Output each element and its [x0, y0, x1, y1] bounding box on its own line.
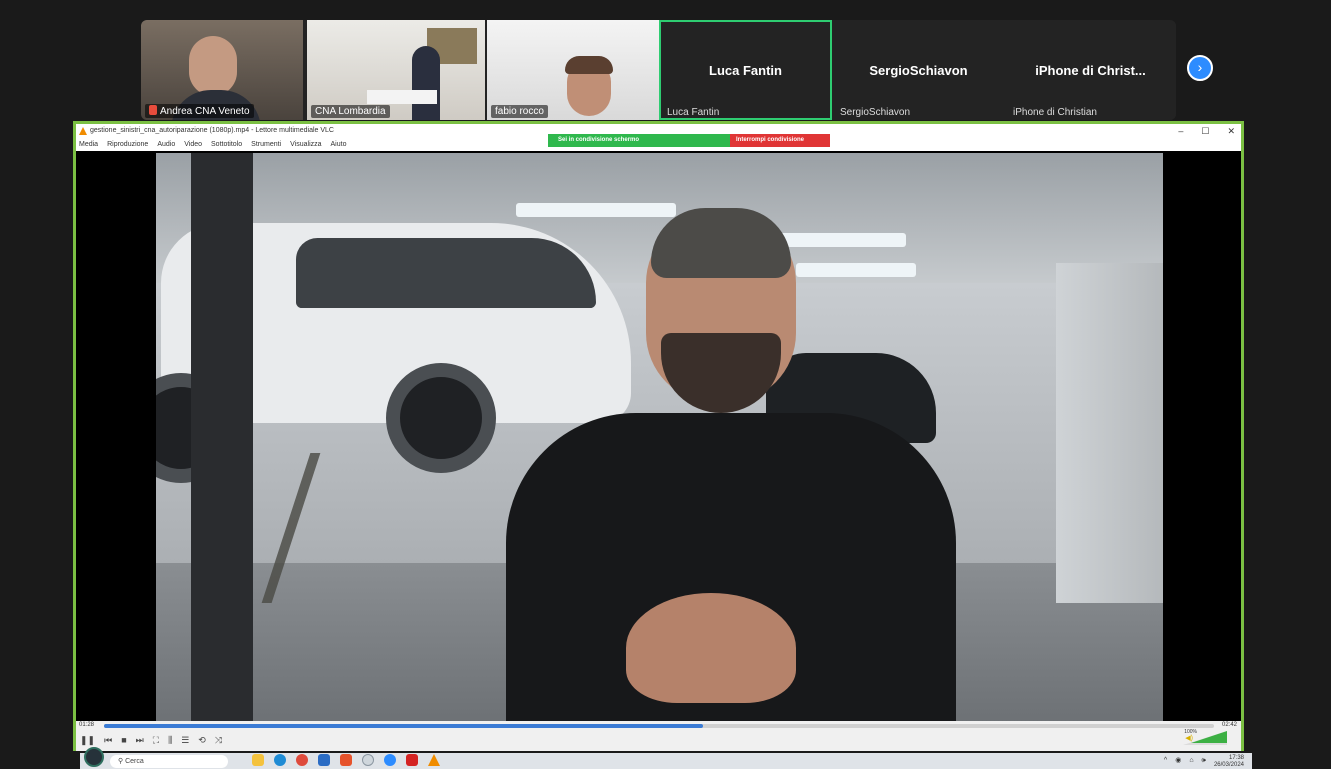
taskbar-apps	[252, 754, 440, 766]
participant-display-name: iPhone di Christ...	[1035, 62, 1146, 78]
speaker-hands	[626, 593, 796, 703]
minimize-button[interactable]: –	[1178, 124, 1183, 138]
zoom-meeting-window: Andrea CNA Veneto CNA Lombardia fabio ro…	[0, 0, 1331, 769]
volume-slider[interactable]: 100%	[1183, 729, 1227, 745]
close-button[interactable]: ✕	[1227, 124, 1235, 138]
scene-paint-booth	[1056, 263, 1163, 603]
shared-screen: gestione_sinistri_cna_autoriparazione (1…	[73, 121, 1244, 751]
participant-tile[interactable]: fabio rocco	[487, 20, 659, 120]
speaker-person	[506, 208, 956, 721]
participant-name: fabio rocco	[491, 105, 548, 118]
settings-icon[interactable]	[362, 754, 374, 766]
scene-wheel	[386, 363, 496, 473]
stop-share-text: Interrompi condivisione	[736, 137, 805, 143]
chrome-icon[interactable]	[296, 754, 308, 766]
previous-button[interactable]: ⏮	[104, 734, 112, 746]
participant-name: iPhone di Christian	[1013, 107, 1097, 118]
fullscreen-button[interactable]: ⛶	[153, 734, 159, 746]
taskbar-search[interactable]: ⚲ Cerca	[110, 755, 228, 768]
muted-mic-icon	[149, 105, 157, 115]
menu-aiuto[interactable]: Aiuto	[331, 138, 347, 151]
menu-audio[interactable]: Audio	[157, 138, 175, 151]
screen-share-banner: Sei in condivisione schermo Interrompi c…	[548, 134, 830, 147]
participant-strip: Andrea CNA Veneto CNA Lombardia fabio ro…	[141, 20, 1176, 120]
window-title: gestione_sinistri_cna_autoriparazione (1…	[90, 127, 334, 134]
participant-video	[367, 90, 437, 104]
chevron-right-icon: ›	[1197, 59, 1203, 75]
playback-controls: ❚❚ ⏮ ■ ⏭ ⛶ ⫼ ☰ ⟲ ⤨	[80, 734, 222, 746]
participant-name: SergioSchiavon	[840, 107, 911, 118]
next-participants-button[interactable]: ›	[1187, 55, 1213, 81]
participant-display-name: SergioSchiavon	[869, 62, 968, 78]
share-status[interactable]: Sei in condivisione schermo	[548, 134, 730, 147]
playlist-button[interactable]: ☰	[181, 734, 189, 746]
file-explorer-icon[interactable]	[252, 754, 264, 766]
share-status-text: Sei in condivisione schermo	[558, 137, 640, 143]
stop-share-button[interactable]: Interrompi condivisione	[730, 134, 830, 147]
elapsed-time: 01:28	[79, 722, 95, 728]
speaker-hair	[651, 208, 791, 278]
participant-name: Andrea CNA Veneto	[145, 104, 254, 118]
volume-label: 100%	[1184, 729, 1197, 735]
clock-date: 26/03/2024	[1213, 762, 1244, 768]
windows-taskbar: ⚲ Cerca ^ ◉ ⌂ 🕪 17:38 26/03/2024	[80, 747, 1252, 769]
loop-button[interactable]: ⟲	[198, 734, 206, 746]
video-frame[interactable]	[156, 153, 1163, 721]
participant-tile[interactable]: Andrea CNA Veneto	[141, 20, 303, 120]
participant-tile-active[interactable]: Luca Fantin Luca Fantin	[659, 20, 832, 120]
seek-bar[interactable]	[104, 724, 1214, 728]
search-placeholder: Cerca	[125, 758, 144, 765]
participant-name: Luca Fantin	[667, 107, 720, 118]
shuffle-button[interactable]: ⤨	[215, 734, 222, 746]
menu-media[interactable]: Media	[79, 138, 98, 151]
participant-video	[412, 46, 440, 120]
participant-display-name: Luca Fantin	[709, 62, 782, 78]
start-button[interactable]	[84, 747, 104, 767]
menu-riproduzione[interactable]: Riproduzione	[107, 138, 148, 151]
edge-icon[interactable]	[274, 754, 286, 766]
scene-pillar	[191, 153, 253, 721]
acrobat-icon[interactable]	[406, 754, 418, 766]
participant-name-text: Andrea CNA Veneto	[160, 106, 250, 117]
speaker-beard	[661, 333, 781, 413]
network-icon[interactable]: ◉	[1175, 755, 1181, 769]
clock[interactable]: 17:38 26/03/2024	[1214, 755, 1244, 769]
total-time: 02:42	[1221, 722, 1237, 728]
system-tray: ^ ◉ ⌂ 🕪 17:38 26/03/2024	[1164, 755, 1244, 769]
maximize-button[interactable]: ☐	[1201, 124, 1209, 138]
vlc-control-bar: 01:28 02:42 ❚❚ ⏮ ■ ⏭ ⛶ ⫼ ☰ ⟲ ⤨ ◀) 100%	[76, 721, 1241, 751]
participant-tile[interactable]: SergioSchiavon SergioSchiavon	[832, 20, 1005, 120]
seek-progress	[104, 724, 704, 728]
volume-icon[interactable]: 🕪	[1202, 755, 1206, 769]
menu-sottotitolo[interactable]: Sottotitolo	[211, 138, 242, 151]
participant-tile[interactable]: iPhone di Christ... iPhone di Christian	[1005, 20, 1176, 120]
clock-time: 17:38	[1228, 755, 1244, 761]
participant-name: CNA Lombardia	[311, 105, 390, 118]
notification-icon[interactable]: ⌂	[1189, 755, 1193, 769]
extended-settings-button[interactable]: ⫼	[168, 734, 172, 746]
chevron-up-icon[interactable]: ^	[1164, 755, 1167, 769]
menu-visualizza[interactable]: Visualizza	[290, 138, 321, 151]
store-icon[interactable]	[318, 754, 330, 766]
menu-strumenti[interactable]: Strumenti	[251, 138, 281, 151]
menu-video[interactable]: Video	[184, 138, 202, 151]
pause-button[interactable]: ❚❚	[80, 734, 95, 746]
participant-video	[189, 36, 237, 96]
zoom-icon[interactable]	[384, 754, 396, 766]
participant-video	[565, 56, 613, 74]
vlc-cone-icon	[79, 127, 87, 135]
participant-tile[interactable]: CNA Lombardia	[307, 20, 485, 120]
stop-button[interactable]: ■	[121, 734, 126, 746]
office-icon[interactable]	[340, 754, 352, 766]
next-button[interactable]: ⏭	[136, 734, 144, 746]
vlc-icon[interactable]	[428, 754, 440, 766]
window-controls: – ☐ ✕	[1178, 124, 1235, 138]
